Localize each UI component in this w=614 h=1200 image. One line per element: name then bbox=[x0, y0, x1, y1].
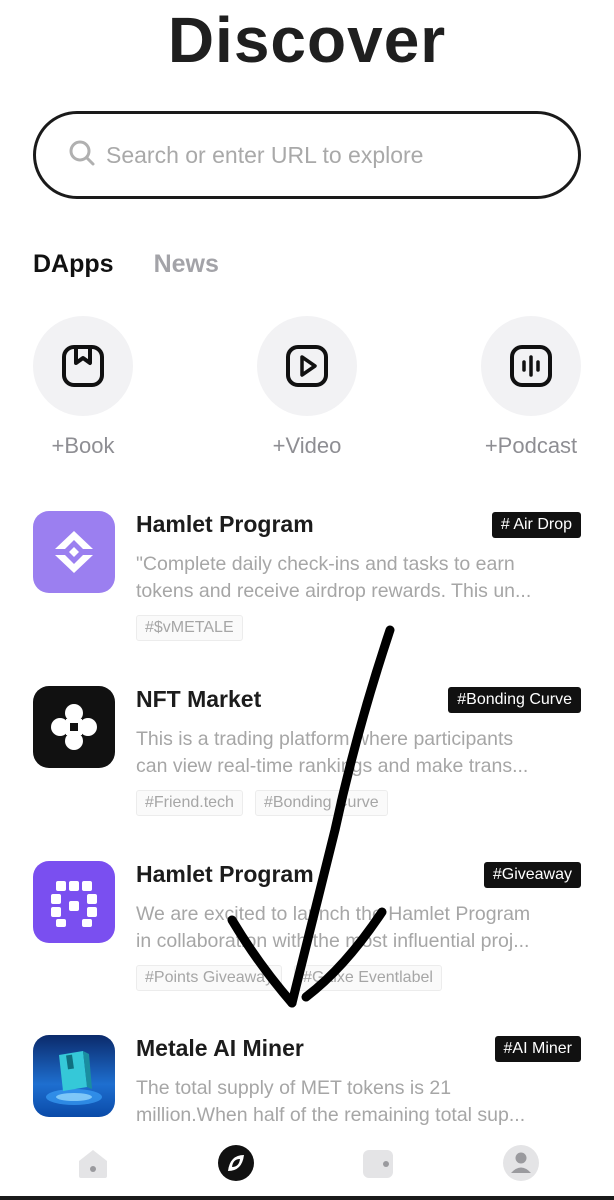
dapp-tag[interactable]: #Bonding Curve bbox=[254, 790, 388, 816]
audio-wave-icon bbox=[510, 345, 552, 387]
dapp-card-hamlet-giveaway[interactable]: Hamlet Program #Giveaway We are excited … bbox=[33, 861, 581, 996]
dapp-tag[interactable]: #Galxe Eventlabel bbox=[294, 965, 442, 991]
dapp-card-ai-miner[interactable]: Metale AI Miner #AI Miner The total supp… bbox=[33, 1035, 581, 1125]
discover-icon bbox=[217, 1145, 254, 1181]
nav-home[interactable] bbox=[63, 1133, 123, 1193]
profile-icon bbox=[502, 1145, 539, 1181]
dapp-description-line: million.When half of the remaining total… bbox=[136, 1104, 526, 1125]
dapp-card-hamlet-airdrop[interactable]: Hamlet Program # Air Drop "Complete dail… bbox=[33, 511, 581, 646]
dapp-name: Hamlet Program bbox=[136, 511, 314, 537]
quick-action-book[interactable]: +Book bbox=[33, 316, 133, 459]
search-icon bbox=[68, 139, 96, 172]
video-button[interactable] bbox=[257, 316, 357, 416]
dapp-tag[interactable]: #$vMETALE bbox=[136, 615, 243, 641]
bookmark-icon bbox=[62, 345, 104, 387]
book-button[interactable] bbox=[33, 316, 133, 416]
content-tabs: DApps News bbox=[33, 250, 219, 279]
hamlet-logo-icon bbox=[33, 511, 115, 593]
dapp-description-line: "Complete daily check-ins and tasks to e… bbox=[136, 553, 515, 575]
dapp-description: We are excited to launch the Hamlet Prog… bbox=[136, 901, 581, 955]
dapp-name: NFT Market bbox=[136, 686, 262, 712]
page-title: Discover bbox=[167, 4, 447, 76]
dapp-description-line: tokens and receive airdrop rewards. This… bbox=[136, 580, 532, 602]
dapp-description: "Complete daily check-ins and tasks to e… bbox=[136, 551, 581, 605]
bottom-nav bbox=[0, 1126, 614, 1200]
dapp-category-badge: #AI Miner bbox=[494, 1036, 581, 1062]
dapp-description-line: The total supply of MET tokens is 21 bbox=[136, 1077, 452, 1099]
dapp-description-line: We are excited to launch the Hamlet Prog… bbox=[136, 903, 531, 925]
dapp-description-line: in collaboration with the most influenti… bbox=[136, 930, 530, 952]
dapp-category-badge: #Bonding Curve bbox=[448, 687, 581, 713]
dapp-description: This is a trading platform where partici… bbox=[136, 726, 581, 780]
nav-wallet[interactable] bbox=[348, 1133, 408, 1193]
search-bar[interactable] bbox=[33, 111, 581, 199]
play-icon bbox=[286, 345, 328, 387]
hamlet-grid-logo-icon bbox=[33, 861, 115, 943]
quick-action-video[interactable]: +Video bbox=[257, 316, 357, 459]
dapp-description-line: can view real-time rankings and make tra… bbox=[136, 755, 529, 777]
book-label: +Book bbox=[51, 433, 115, 458]
dapp-tags: #Points Giveaway #Galxe Eventlabel bbox=[136, 965, 442, 991]
dapp-name: Metale AI Miner bbox=[136, 1035, 304, 1061]
home-indicator bbox=[0, 1196, 614, 1200]
dapp-tag[interactable]: #Points Giveaway bbox=[136, 965, 283, 991]
search-input[interactable] bbox=[106, 141, 546, 169]
dapp-category-badge: #Giveaway bbox=[483, 862, 581, 888]
dapp-tags: #$vMETALE bbox=[136, 615, 243, 641]
home-icon bbox=[79, 1150, 108, 1178]
nav-profile[interactable] bbox=[491, 1133, 551, 1193]
wallet-icon bbox=[363, 1150, 394, 1178]
tab-dapps[interactable]: DApps bbox=[33, 250, 114, 279]
dapp-description: The total supply of MET tokens is 21 mil… bbox=[136, 1075, 581, 1125]
dapp-tags: #Friend.tech #Bonding Curve bbox=[136, 790, 388, 816]
quick-action-podcast[interactable]: +Podcast bbox=[481, 316, 581, 459]
podcast-button[interactable] bbox=[481, 316, 581, 416]
ai-miner-logo-icon bbox=[33, 1035, 115, 1117]
dapp-tag[interactable]: #Friend.tech bbox=[136, 790, 243, 816]
nft-market-logo-icon bbox=[33, 686, 115, 768]
tab-news[interactable]: News bbox=[154, 250, 219, 279]
podcast-label: +Podcast bbox=[484, 433, 578, 458]
video-label: +Video bbox=[272, 433, 342, 458]
nav-discover[interactable] bbox=[206, 1133, 266, 1193]
dapp-name: Hamlet Program bbox=[136, 861, 314, 887]
dapp-category-badge: # Air Drop bbox=[491, 512, 581, 538]
dapp-card-nft-market[interactable]: NFT Market #Bonding Curve This is a trad… bbox=[33, 686, 581, 821]
dapp-description-line: This is a trading platform where partici… bbox=[136, 728, 514, 750]
